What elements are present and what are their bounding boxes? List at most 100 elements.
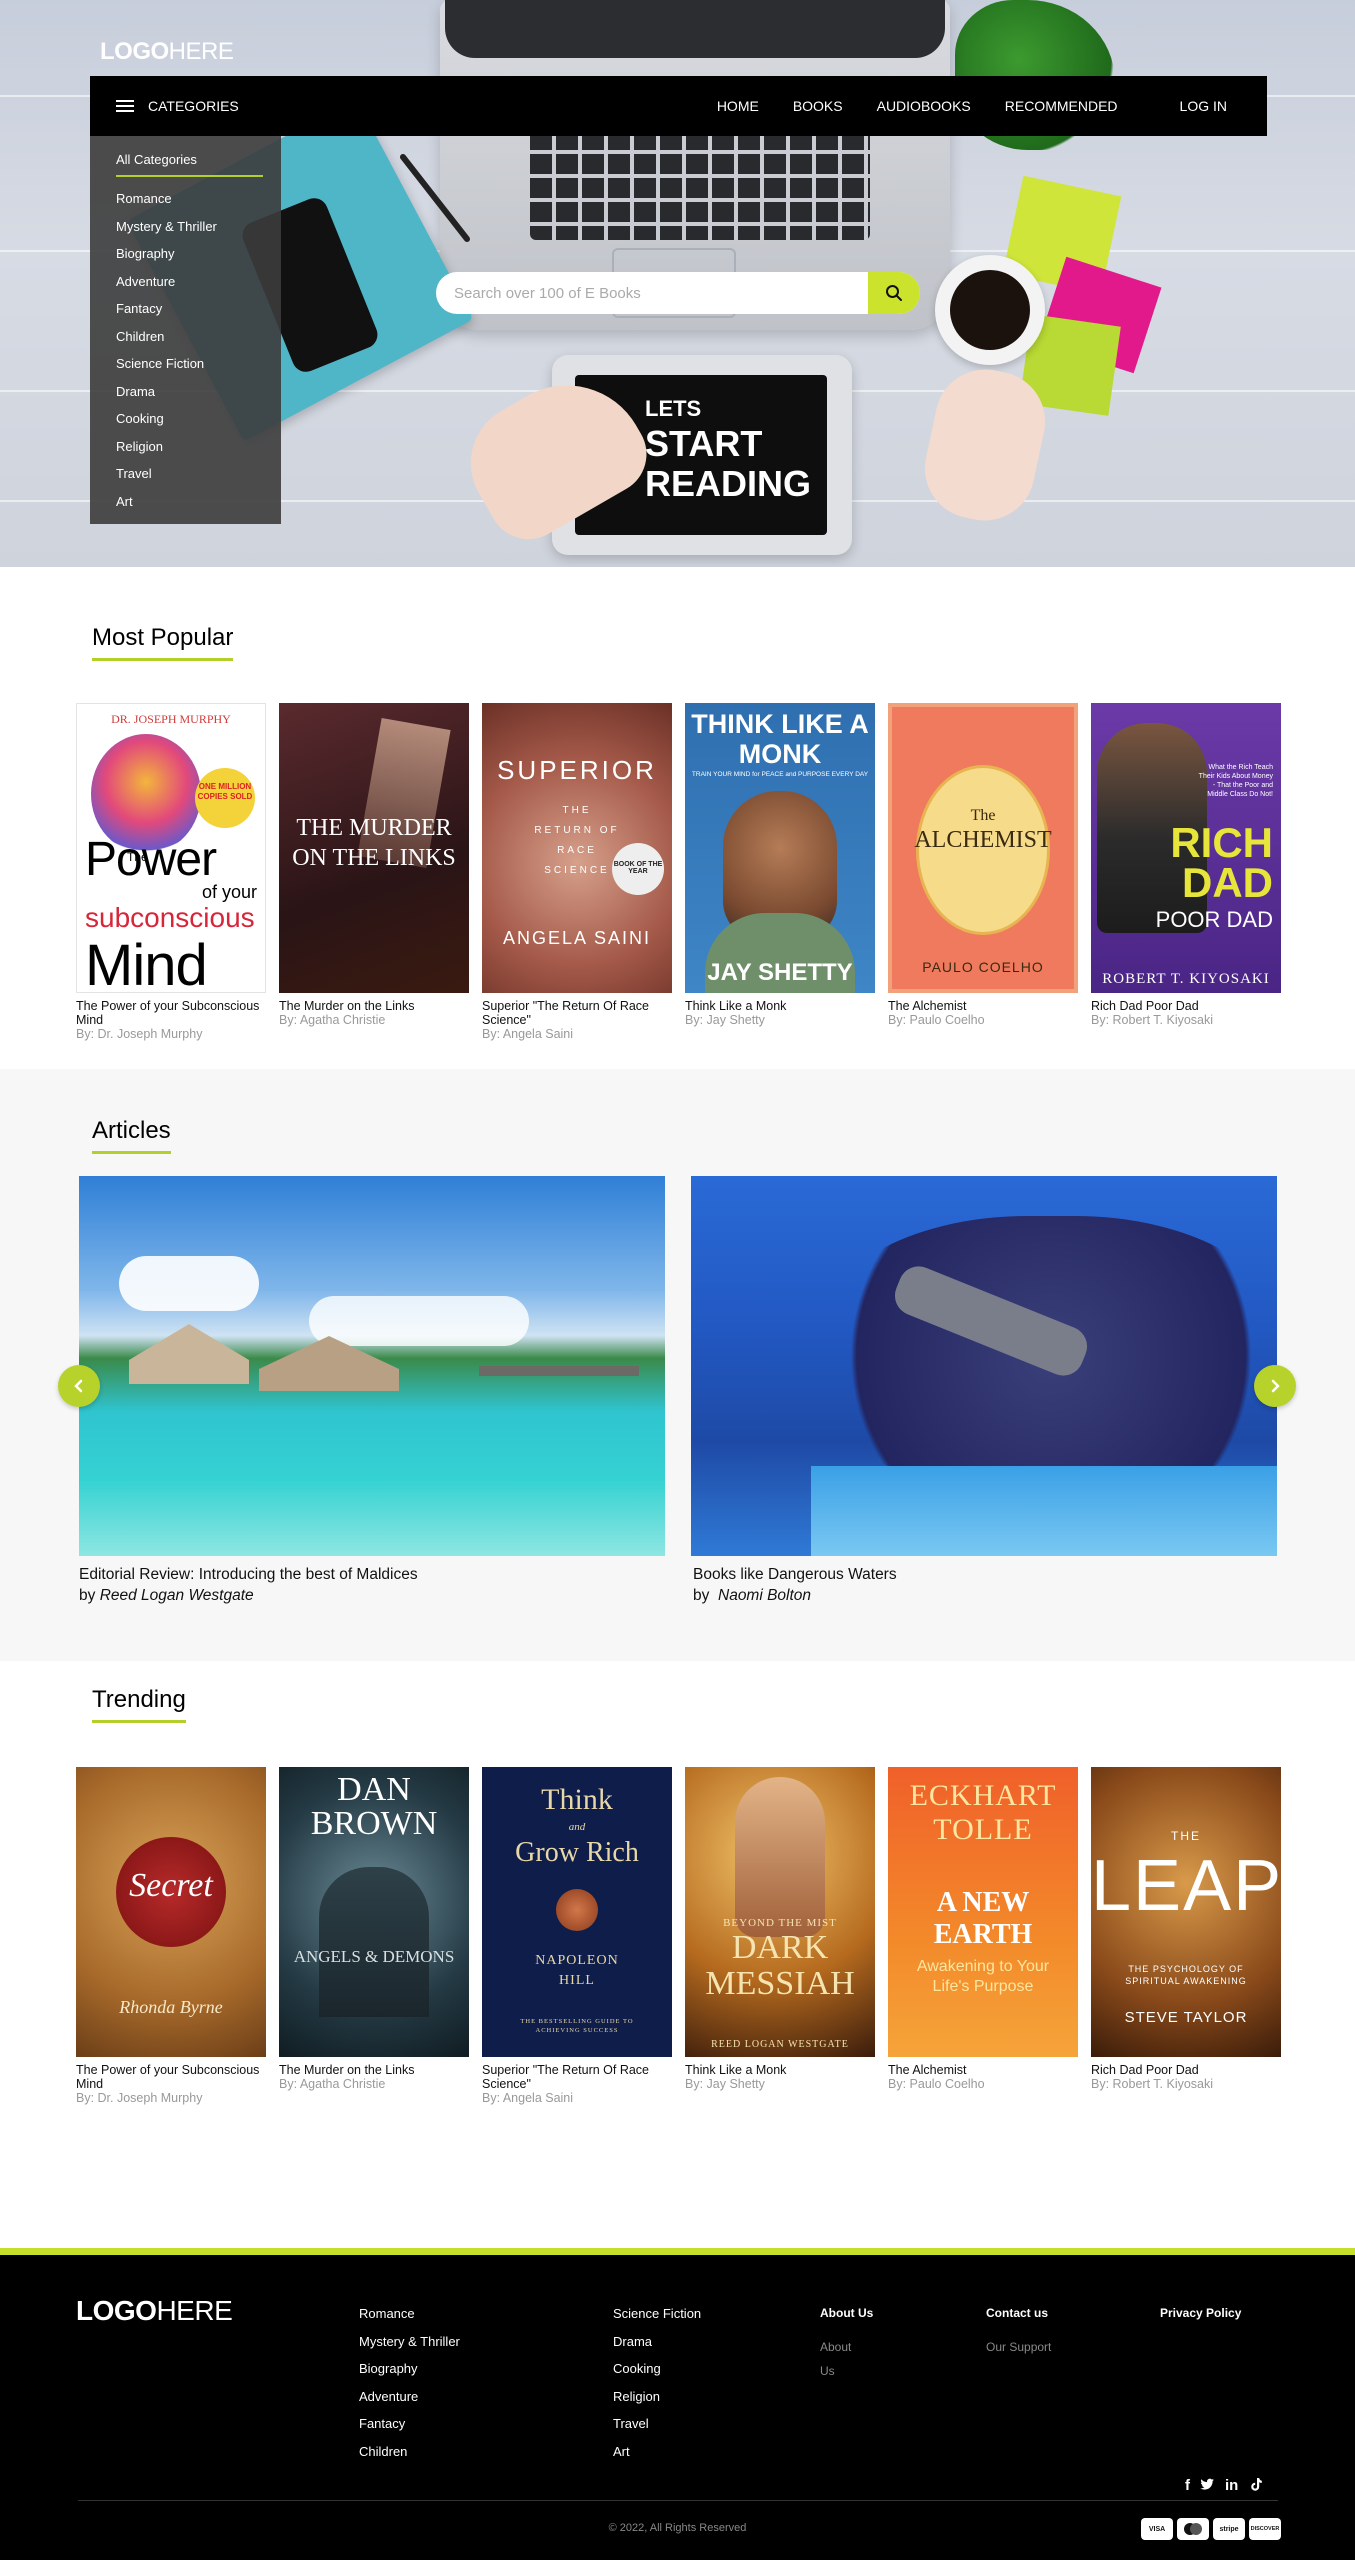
footer-about-link[interactable]: Us — [820, 2359, 873, 2383]
category-all[interactable]: All Categories — [116, 144, 263, 177]
footer-categories-col-1: Romance Mystery & Thriller Biography Adv… — [359, 2306, 460, 2471]
book-cover[interactable]: What the Rich Teach Their Kids About Mon… — [1091, 703, 1281, 993]
article-image-diver[interactable] — [691, 1176, 1277, 1556]
book-title[interactable]: The Murder on the Links — [279, 2063, 469, 2077]
book-title[interactable]: Superior "The Return Of Race Science" — [482, 2063, 672, 2091]
footer-link[interactable]: Fantacy — [359, 2416, 460, 2444]
book-cover[interactable]: BEYOND THE MIST DARK MESSIAH REED LOGAN … — [685, 1767, 875, 2057]
cover-text: Mind — [85, 933, 208, 993]
book-card[interactable]: BEYOND THE MIST DARK MESSIAH REED LOGAN … — [685, 1767, 875, 2092]
book-cover[interactable]: The ALCHEMIST PAULO COELHO — [888, 703, 1078, 993]
book-card[interactable]: THINK LIKE A MONK TRAIN YOUR MIND for PE… — [685, 703, 875, 1028]
book-cover[interactable]: DR. JOSEPH MURPHY ONE MILLION COPIES SOL… — [76, 703, 266, 993]
book-cover[interactable]: DAN BROWN ANGELS & DEMONS — [279, 1767, 469, 2057]
category-item[interactable]: Travel — [116, 460, 281, 488]
book-card[interactable]: THE LEAP THE PSYCHOLOGY OF SPIRITUAL AWA… — [1091, 1767, 1281, 2092]
book-cover[interactable]: THE LEAP THE PSYCHOLOGY OF SPIRITUAL AWA… — [1091, 1767, 1281, 2057]
login-link[interactable]: LOG IN — [1180, 98, 1227, 114]
carousel-next-button[interactable] — [1254, 1365, 1296, 1407]
book-title[interactable]: The Alchemist — [888, 999, 1078, 1013]
book-card[interactable]: The ALCHEMIST PAULO COELHO The Alchemist… — [888, 703, 1078, 1028]
nav-links: HOME BOOKS AUDIOBOOKS RECOMMENDED LOG IN — [683, 76, 1227, 136]
book-cover[interactable]: Think and Grow Rich NAPOLEON HILL THE BE… — [482, 1767, 672, 2057]
category-item[interactable]: Fantacy — [116, 295, 281, 323]
nav-home[interactable]: HOME — [717, 98, 759, 114]
privacy-policy-link[interactable]: Privacy Policy — [1160, 2306, 1241, 2320]
cover-text: JAY SHETTY — [707, 959, 853, 986]
book-card[interactable]: ECKHART TOLLE A NEW EARTH Awakening to Y… — [888, 1767, 1078, 2092]
linkedin-icon[interactable]: in — [1225, 2477, 1238, 2494]
category-item[interactable]: Romance — [116, 185, 281, 213]
footer-link[interactable]: Science Fiction — [613, 2306, 701, 2334]
book-title[interactable]: Superior "The Return Of Race Science" — [482, 999, 672, 1027]
book-author: By: Dr. Joseph Murphy — [76, 2091, 203, 2105]
category-item[interactable]: Biography — [116, 240, 281, 268]
categories-toggle[interactable]: CATEGORIES — [116, 76, 239, 136]
footer-link[interactable]: Drama — [613, 2334, 701, 2362]
footer-link[interactable]: Religion — [613, 2389, 701, 2417]
book-card[interactable]: DAN BROWN ANGELS & DEMONS The Murder on … — [279, 1767, 469, 2092]
book-cover[interactable]: SUPERIOR THE RETURN OF RACE SCIENCE BOOK… — [482, 703, 672, 993]
category-item[interactable]: Cooking — [116, 405, 281, 433]
article-title[interactable]: Books like Dangerous Waters — [693, 1566, 897, 1584]
book-author: By: Angela Saini — [482, 2091, 574, 2105]
footer-about-link[interactable]: About — [820, 2335, 873, 2359]
footer-link[interactable]: Mystery & Thriller — [359, 2334, 460, 2362]
book-cover[interactable]: ECKHART TOLLE A NEW EARTH Awakening to Y… — [888, 1767, 1078, 2057]
book-card[interactable]: THE MURDER ON THE LINKS The Murder on th… — [279, 703, 469, 1028]
category-item[interactable]: Religion — [116, 433, 281, 461]
book-title[interactable]: The Power of your Subconscious Mind — [76, 999, 266, 1027]
book-title[interactable]: The Power of your Subconscious Mind — [76, 2063, 266, 2091]
coffee-image — [950, 270, 1030, 350]
book-author: By: Jay Shetty — [685, 2077, 765, 2091]
book-title[interactable]: Rich Dad Poor Dad — [1091, 999, 1281, 1013]
book-cover[interactable]: THE MURDER ON THE LINKS — [279, 703, 469, 993]
footer-link[interactable]: Cooking — [613, 2361, 701, 2389]
search-button[interactable] — [868, 272, 920, 314]
tiktok-icon[interactable] — [1248, 2477, 1263, 2492]
book-cover[interactable]: THINK LIKE A MONK TRAIN YOUR MIND for PE… — [685, 703, 875, 993]
facebook-icon[interactable]: f — [1185, 2477, 1190, 2494]
footer-about-heading: About Us — [820, 2306, 874, 2320]
book-title[interactable]: Think Like a Monk — [685, 999, 875, 1013]
article-title[interactable]: Editorial Review: Introducing the best o… — [79, 1566, 418, 1584]
book-title[interactable]: The Murder on the Links — [279, 999, 469, 1013]
category-item[interactable]: Children — [116, 323, 281, 351]
carousel-prev-button[interactable] — [58, 1365, 100, 1407]
footer-link[interactable]: Biography — [359, 2361, 460, 2389]
category-item[interactable]: Drama — [116, 378, 281, 406]
book-card[interactable]: SUPERIOR THE RETURN OF RACE SCIENCE BOOK… — [482, 703, 672, 1042]
category-item[interactable]: Adventure — [116, 268, 281, 296]
footer-support-link[interactable]: Our Support — [986, 2335, 1051, 2359]
category-item[interactable]: Mystery & Thriller — [116, 213, 281, 241]
category-item[interactable]: Science Fiction — [116, 350, 281, 378]
nav-audiobooks[interactable]: AUDIOBOOKS — [877, 98, 971, 114]
category-item[interactable]: Art — [116, 488, 281, 516]
discover-icon: DISCOVER — [1249, 2518, 1281, 2540]
book-author: By: Dr. Joseph Murphy — [76, 1027, 203, 1041]
footer-link[interactable]: Travel — [613, 2416, 701, 2444]
book-card[interactable]: What the Rich Teach Their Kids About Mon… — [1091, 703, 1281, 1028]
cover-text: STEVE TAYLOR — [1124, 2009, 1248, 2026]
footer-link[interactable]: Children — [359, 2444, 460, 2472]
book-title[interactable]: The Alchemist — [888, 2063, 1078, 2077]
article-image-maldives[interactable] — [79, 1176, 665, 1556]
search-input[interactable] — [436, 272, 866, 314]
footer-link[interactable]: Art — [613, 2444, 701, 2472]
footer-logo[interactable]: LOGOHERE — [76, 2295, 233, 2327]
footer-link[interactable]: Romance — [359, 2306, 460, 2334]
book-card[interactable]: DR. JOSEPH MURPHY ONE MILLION COPIES SOL… — [76, 703, 266, 1042]
book-card[interactable]: Secret Rhonda Byrne The Power of your Su… — [76, 1767, 266, 2106]
book-title[interactable]: Think Like a Monk — [685, 2063, 875, 2077]
main-navbar: CATEGORIES HOME BOOKS AUDIOBOOKS RECOMME… — [90, 76, 1267, 136]
book-title[interactable]: Rich Dad Poor Dad — [1091, 2063, 1281, 2077]
nav-recommended[interactable]: RECOMMENDED — [1005, 98, 1118, 114]
header-logo[interactable]: LOGOHERE — [100, 38, 234, 66]
footer-link[interactable]: Adventure — [359, 2389, 460, 2417]
cover-text: and — [568, 1821, 586, 1833]
nav-books[interactable]: BOOKS — [793, 98, 843, 114]
book-card[interactable]: Think and Grow Rich NAPOLEON HILL THE BE… — [482, 1767, 672, 2106]
mastercard-circles-icon — [1184, 2523, 1202, 2535]
twitter-icon[interactable] — [1200, 2477, 1215, 2492]
book-cover[interactable]: Secret Rhonda Byrne — [76, 1767, 266, 2057]
